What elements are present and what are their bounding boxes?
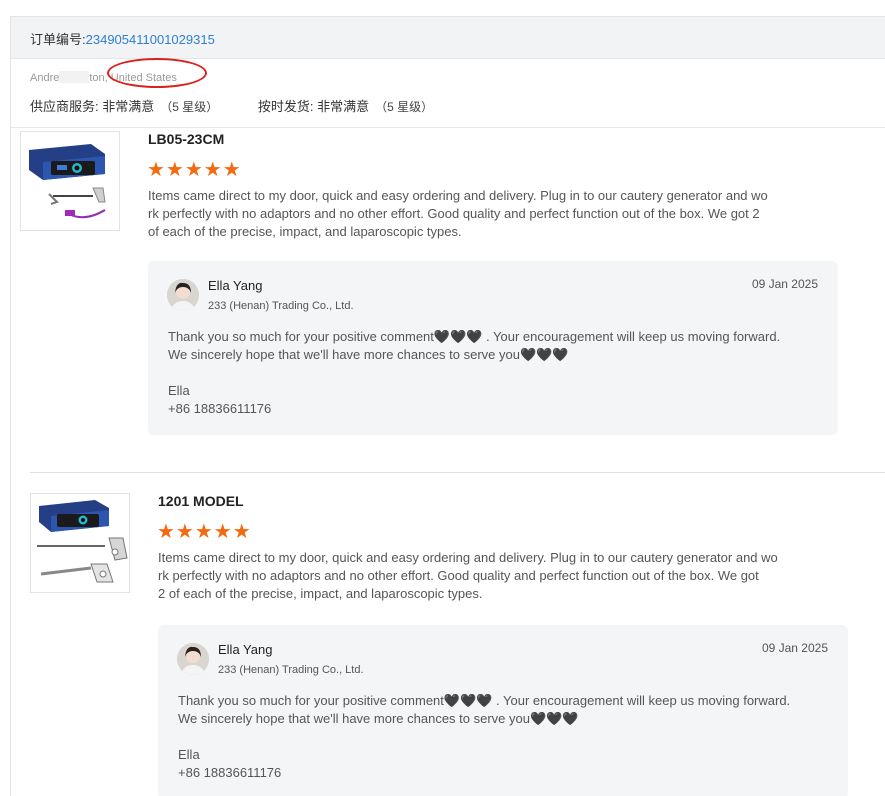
avatar [167,279,199,311]
reply-signature: Ella +86 18836611176 [178,747,282,780]
review-text: Items came direct to my door, quick and … [158,550,778,601]
supplier-service-rating: 供应商服务: 非常满意 （5 星级） [30,99,222,114]
reply-text: Thank you so much for your positive comm… [178,693,791,726]
order-label-text: 订单编号: [30,32,86,47]
seller-name: Ella Yang [208,278,263,293]
shipping-value: 非常满意 [317,99,370,114]
product-title[interactable]: LB05-23CM [148,131,224,147]
star-rating: ★★★★★ [147,159,242,181]
product-title[interactable]: 1201 MODEL [158,493,244,509]
buyer-name: Andre [30,72,60,84]
buyer-name-suffix: ton, [89,72,108,84]
seller-company: 233 (Henan) Trading Co., Ltd. [208,300,354,312]
shipping-stars: （5 星级） [375,100,434,114]
shipping-rating: 按时发货: 非常满意 （5 星级） [258,99,433,114]
buyer-name-redaction [59,71,90,83]
order-header: 订单编号:234905411001029315 [11,17,885,59]
supplier-service-stars: （5 星级） [160,100,219,114]
product-thumbnail[interactable] [20,131,120,231]
divider [11,127,885,128]
reply-date: 09 Jan 2025 [751,277,818,291]
supplier-service-value: 非常满意 [102,99,155,114]
supplier-service-label: 供应商服务: [30,99,99,114]
reply-date: 09 Jan 2025 [761,641,828,655]
divider [30,472,885,473]
avatar [177,643,209,675]
seller-name: Ella Yang [218,642,273,657]
seller-reply: Ella Yang 233 (Henan) Trading Co., Ltd. … [148,261,838,435]
shipping-label: 按时发货: [257,99,314,114]
star-rating: ★★★★★ [157,521,252,543]
seller-company: 233 (Henan) Trading Co., Ltd. [218,664,364,676]
order-number-link[interactable]: 234905411001029315 [86,32,215,47]
order-label: 订单编号:234905411001029315 [30,29,215,48]
highlight-circle-annotation [107,58,207,88]
seller-reply: Ella Yang 233 (Henan) Trading Co., Ltd. … [158,625,848,796]
reply-signature: Ella +86 18836611176 [168,383,272,416]
reply-text: Thank you so much for your positive comm… [168,329,781,362]
review-text: Items came direct to my door, quick and … [148,188,768,239]
product-thumbnail[interactable] [30,493,130,593]
seller-ratings: 供应商服务: 非常满意 （5 星级） 按时发货: 非常满意 （5 星级） [30,96,469,115]
